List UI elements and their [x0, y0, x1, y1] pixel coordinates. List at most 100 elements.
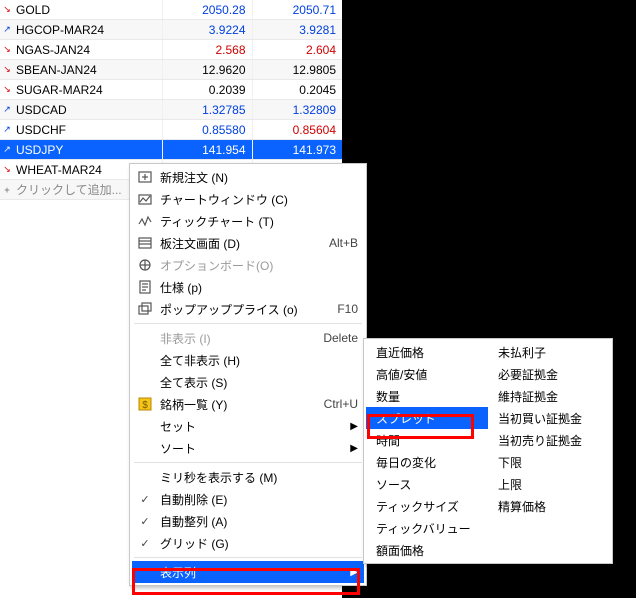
- submenu-item[interactable]: 当初売り証拠金: [488, 429, 610, 451]
- blank-icon: [136, 439, 154, 457]
- bid-cell: 1.32785: [162, 100, 252, 120]
- submenu-item-label: 未払利子: [498, 344, 604, 361]
- bid-cell: 12.9620: [162, 60, 252, 80]
- menu-item[interactable]: ソート▶: [132, 437, 364, 459]
- menu-item[interactable]: 自動整列 (A): [132, 510, 364, 532]
- ask-cell: 2050.71: [252, 0, 342, 20]
- submenu-item-label: スプレッド: [376, 410, 482, 427]
- submenu-item-label: 額面価格: [376, 542, 482, 559]
- submenu-arrow-icon: ▶: [350, 421, 358, 432]
- submenu-item[interactable]: ティックサイズ: [366, 495, 488, 517]
- table-row[interactable]: ↘GOLD2050.282050.71: [0, 0, 342, 20]
- submenu-item[interactable]: ティックバリュー: [366, 517, 488, 539]
- trend-arrow-icon: ↘: [0, 0, 14, 20]
- symbol-cell: USDJPY: [14, 140, 162, 160]
- chart-window-icon: [136, 190, 154, 208]
- submenu-item[interactable]: スプレッド: [366, 407, 488, 429]
- submenu-item[interactable]: 当初買い証拠金: [488, 407, 610, 429]
- submenu-item[interactable]: 額面価格: [366, 539, 488, 561]
- submenu-item[interactable]: 下限: [488, 451, 610, 473]
- blank-icon: [136, 563, 154, 581]
- menu-item-label: オプションボード(O): [160, 257, 358, 274]
- menu-item-label: 自動整列 (A): [160, 513, 358, 530]
- trend-arrow-icon: ↘: [0, 60, 14, 80]
- submenu-item[interactable]: 精算価格: [488, 495, 610, 517]
- menu-item-label: 非表示 (I): [160, 330, 315, 347]
- bid-cell: 3.9224: [162, 20, 252, 40]
- bid-cell: 141.954: [162, 140, 252, 160]
- menu-item[interactable]: $銘柄一覧 (Y)Ctrl+U: [132, 393, 364, 415]
- menu-item-label: ソート: [160, 440, 358, 457]
- menu-item[interactable]: 仕様 (p): [132, 276, 364, 298]
- symbol-cell: SBEAN-JAN24: [14, 60, 162, 80]
- menu-separator: [134, 462, 362, 463]
- table-row[interactable]: ↘NGAS-JAN242.5682.604: [0, 40, 342, 60]
- menu-item[interactable]: 全て非表示 (H): [132, 349, 364, 371]
- check-icon: [136, 534, 154, 552]
- menu-item-label: 板注文画面 (D): [160, 235, 321, 252]
- submenu-item[interactable]: 必要証拠金: [488, 363, 610, 385]
- ask-cell: 3.9281: [252, 20, 342, 40]
- depth-icon: [136, 234, 154, 252]
- menu-item[interactable]: 全て表示 (S): [132, 371, 364, 393]
- submenu-item[interactable]: 時間: [366, 429, 488, 451]
- sym-list-icon: $: [136, 395, 154, 413]
- trend-arrow-icon: ↘: [0, 160, 14, 180]
- menu-item: 非表示 (I) Delete: [132, 327, 364, 349]
- menu-item[interactable]: ポップアッププライス (o)F10: [132, 298, 364, 320]
- ask-cell: 1.32809: [252, 100, 342, 120]
- submenu-item[interactable]: 上限: [488, 473, 610, 495]
- submenu-item[interactable]: 高値/安値: [366, 363, 488, 385]
- menu-item[interactable]: 自動削除 (E): [132, 488, 364, 510]
- menu-item-label: ティックチャート (T): [160, 213, 358, 230]
- symbol-cell: USDCAD: [14, 100, 162, 120]
- submenu-item[interactable]: 直近価格: [366, 341, 488, 363]
- symbol-cell: HGCOP-MAR24: [14, 20, 162, 40]
- submenu-item[interactable]: 毎日の変化: [366, 451, 488, 473]
- menu-item[interactable]: 表示列▶: [132, 561, 364, 583]
- ask-cell: 0.85604: [252, 120, 342, 140]
- menu-item[interactable]: 新規注文 (N): [132, 166, 364, 188]
- blank-icon: [136, 329, 154, 347]
- table-row[interactable]: ↗USDCAD1.327851.32809: [0, 100, 342, 120]
- menu-item-label: グリッド (G): [160, 535, 358, 552]
- table-row[interactable]: ↘SUGAR-MAR240.20390.2045: [0, 80, 342, 100]
- new-order-icon: [136, 168, 154, 186]
- menu-item-label: 銘柄一覧 (Y): [160, 396, 316, 413]
- submenu-item[interactable]: 未払利子: [488, 341, 610, 363]
- bid-cell: 0.85580: [162, 120, 252, 140]
- menu-item[interactable]: ティックチャート (T): [132, 210, 364, 232]
- table-row[interactable]: ↗USDJPY141.954141.973: [0, 140, 342, 160]
- context-menu[interactable]: 新規注文 (N)チャートウィンドウ (C) ティックチャート (T) 板注文画面 (…: [129, 163, 367, 586]
- table-row[interactable]: ↗HGCOP-MAR243.92243.9281: [0, 20, 342, 40]
- menu-item-shortcut: Delete: [323, 331, 358, 345]
- menu-item[interactable]: チャートウィンドウ (C): [132, 188, 364, 210]
- table-row[interactable]: ↘SBEAN-JAN2412.962012.9805: [0, 60, 342, 80]
- menu-item[interactable]: 板注文画面 (D)Alt+B: [132, 232, 364, 254]
- table-row[interactable]: ↗USDCHF0.855800.85604: [0, 120, 342, 140]
- submenu-item-label: 当初売り証拠金: [498, 432, 604, 449]
- menu-item-label: 自動削除 (E): [160, 491, 358, 508]
- menu-item[interactable]: グリッド (G): [132, 532, 364, 554]
- menu-item[interactable]: ミリ秒を表示する (M): [132, 466, 364, 488]
- menu-item-label: 表示列: [160, 564, 358, 581]
- plus-icon: +: [4, 185, 9, 195]
- check-icon: [136, 512, 154, 530]
- trend-arrow-icon: ↗: [0, 140, 14, 160]
- blank-icon: [136, 351, 154, 369]
- submenu-item-label: 必要証拠金: [498, 366, 604, 383]
- ask-cell: 12.9805: [252, 60, 342, 80]
- symbol-cell: SUGAR-MAR24: [14, 80, 162, 100]
- submenu-arrow-icon: ▶: [350, 443, 358, 454]
- ask-cell: 141.973: [252, 140, 342, 160]
- submenu-item[interactable]: 維持証拠金: [488, 385, 610, 407]
- menu-item[interactable]: セット▶: [132, 415, 364, 437]
- submenu-item[interactable]: ソース: [366, 473, 488, 495]
- menu-item-label: 全て表示 (S): [160, 374, 358, 391]
- columns-submenu[interactable]: 直近価格高値/安値数量スプレッド時間毎日の変化ソースティックサイズティックバリュ…: [363, 338, 613, 564]
- submenu-item[interactable]: 数量: [366, 385, 488, 407]
- submenu-item-label: ティックバリュー: [376, 520, 482, 537]
- menu-item: オプションボード(O): [132, 254, 364, 276]
- submenu-item-label: 数量: [376, 388, 482, 405]
- blank-icon: [136, 373, 154, 391]
